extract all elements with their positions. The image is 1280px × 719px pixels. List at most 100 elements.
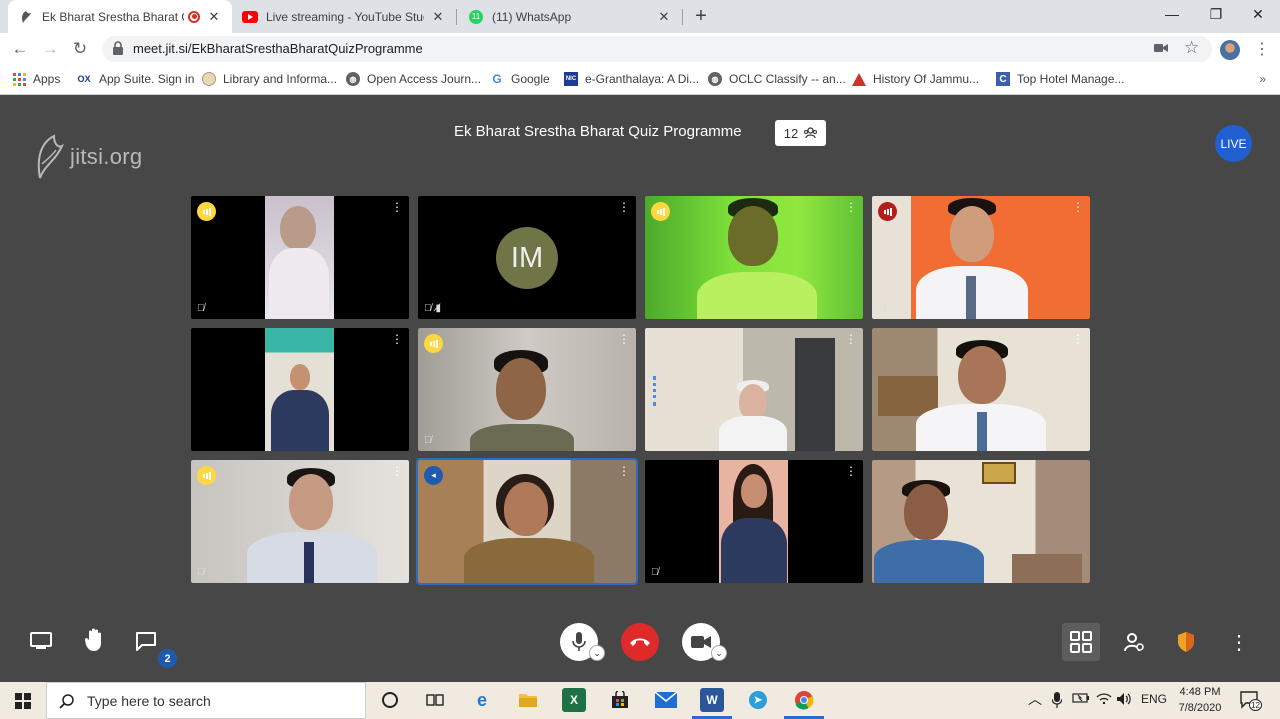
participant-body xyxy=(470,424,574,451)
bookmark-top-hotel[interactable]: C Top Hotel Manage... xyxy=(996,72,1124,86)
bookmark-star-icon[interactable]: ☆ xyxy=(1184,38,1199,58)
close-tab-icon[interactable]: ✕ xyxy=(430,9,446,25)
close-tab-icon[interactable]: ✕ xyxy=(656,9,672,25)
tile-menu-icon[interactable]: ⋮ xyxy=(618,201,630,213)
store-icon[interactable] xyxy=(608,688,632,712)
connection-indicator-icon[interactable] xyxy=(197,466,216,485)
wifi-icon[interactable] xyxy=(1096,692,1112,707)
jitsi-logo[interactable]: jitsi.org xyxy=(34,134,142,180)
bookmark-oclc[interactable]: ◍ OCLC Classify -- an... xyxy=(708,72,846,86)
raise-hand-button[interactable] xyxy=(80,626,108,654)
participant-tile[interactable]: IM ⋮ 🎙̸ ▮̸ xyxy=(418,196,636,319)
task-view-icon[interactable] xyxy=(423,688,447,712)
chat-button[interactable] xyxy=(132,628,160,654)
participant-tile[interactable]: ⋮ 🎙̸ xyxy=(645,460,863,583)
participant-face xyxy=(741,474,767,508)
start-button[interactable] xyxy=(0,682,46,719)
tab-whatsapp[interactable]: 11 (11) WhatsApp ✕ xyxy=(458,0,682,33)
tile-menu-icon[interactable]: ⋮ xyxy=(391,333,403,345)
screen-share-button[interactable] xyxy=(28,628,54,654)
connection-indicator-icon[interactable] xyxy=(878,202,897,221)
bookmark-label: Top Hotel Manage... xyxy=(1017,72,1125,86)
bookmark-apps[interactable]: Apps xyxy=(12,72,60,86)
system-clock[interactable]: 4:48 PM 7/8/2020 xyxy=(1170,684,1230,716)
participant-tile[interactable]: ⋮ xyxy=(645,196,863,319)
security-options-button[interactable] xyxy=(1174,629,1198,655)
tile-menu-icon[interactable]: ⋮ xyxy=(391,465,403,477)
tab-jitsi-meeting[interactable]: Ek Bharat Srestha Bharat Qui ✕ xyxy=(8,0,232,33)
bookmark-label: Open Access Journ... xyxy=(367,72,482,86)
word-icon[interactable]: W xyxy=(700,688,724,712)
tile-menu-icon[interactable]: ⋮ xyxy=(391,201,403,213)
bookmark-open-access[interactable]: ◍ Open Access Journ... xyxy=(346,72,481,86)
participant-tile[interactable]: ⋮ xyxy=(872,328,1090,451)
participant-tile[interactable]: ⋮ 🎙̸ xyxy=(872,196,1090,319)
bookmark-history-jammu[interactable]: History Of Jammu... xyxy=(852,72,979,86)
show-hidden-icons-icon[interactable]: ︿ xyxy=(1028,689,1042,709)
microphone-tray-icon[interactable] xyxy=(1051,692,1063,711)
participant-tile[interactable]: ⋮ 🎙̸ xyxy=(418,328,636,451)
camera-permission-icon[interactable] xyxy=(1154,41,1168,57)
video-settings-chevron-icon[interactable]: ⌄ xyxy=(711,645,727,661)
connection-indicator-icon[interactable] xyxy=(424,334,443,353)
tile-menu-icon[interactable]: ⋮ xyxy=(845,333,857,345)
battery-icon[interactable] xyxy=(1072,692,1090,707)
tab-title: Ek Bharat Srestha Bharat Qui xyxy=(42,9,184,24)
bookmark-app-suite[interactable]: OX App Suite. Sign in xyxy=(76,72,194,86)
tile-menu-icon[interactable]: ⋮ xyxy=(1072,201,1084,213)
participant-tile-dominant-speaker[interactable]: ◂ ⋮ xyxy=(418,460,636,583)
invite-button[interactable] xyxy=(1122,629,1146,655)
telegram-icon[interactable]: ➤ xyxy=(746,688,770,712)
bookmark-library[interactable]: Library and Informa... xyxy=(202,72,337,86)
participant-tile[interactable]: ⋮ xyxy=(645,328,863,451)
participant-face xyxy=(728,206,778,266)
address-bar[interactable]: meet.jit.si/EkBharatSresthaBharatQuizPro… xyxy=(102,36,1212,62)
live-badge: LIVE xyxy=(1215,125,1252,162)
tile-menu-icon[interactable]: ⋮ xyxy=(618,465,630,477)
file-explorer-icon[interactable] xyxy=(516,688,540,712)
close-window-icon[interactable]: ✕ xyxy=(1236,0,1280,30)
language-indicator[interactable]: ENG xyxy=(1141,692,1167,706)
bookmark-label: Library and Informa... xyxy=(223,72,338,86)
participant-tile[interactable]: ⋮ 🎙̸ xyxy=(191,460,409,583)
participant-body xyxy=(697,272,817,319)
bookmark-google[interactable]: G Google xyxy=(490,72,549,86)
tile-menu-icon[interactable]: ⋮ xyxy=(845,465,857,477)
close-tab-icon[interactable]: ✕ xyxy=(206,9,222,25)
participant-body xyxy=(271,390,329,451)
minimize-icon[interactable]: — xyxy=(1150,0,1194,30)
speaker-stats-icon[interactable]: ◂ xyxy=(424,466,443,485)
back-icon[interactable]: ← xyxy=(8,37,32,61)
tile-view-button[interactable] xyxy=(1062,623,1100,661)
chrome-icon[interactable] xyxy=(792,688,816,712)
restore-icon[interactable]: ❐ xyxy=(1194,0,1238,30)
excel-icon[interactable]: X xyxy=(562,688,586,712)
audio-settings-chevron-icon[interactable]: ⌄ xyxy=(589,645,605,661)
hangup-button[interactable] xyxy=(621,623,659,661)
participant-tile[interactable] xyxy=(872,460,1090,583)
forward-icon[interactable]: → xyxy=(38,37,62,61)
edge-icon[interactable]: e xyxy=(470,688,494,712)
cortana-icon[interactable] xyxy=(378,688,402,712)
new-tab-button[interactable]: + xyxy=(690,5,712,27)
participant-tile[interactable]: ⋮ 🎙̸ xyxy=(191,196,409,319)
profile-avatar[interactable] xyxy=(1220,40,1240,60)
tile-menu-icon[interactable]: ⋮ xyxy=(845,201,857,213)
reload-icon[interactable]: ↻ xyxy=(68,37,92,61)
volume-icon[interactable] xyxy=(1116,692,1132,709)
connection-indicator-icon[interactable] xyxy=(651,202,670,221)
participant-tile[interactable]: ⋮ xyxy=(191,328,409,451)
more-bookmarks-icon[interactable]: » xyxy=(1259,72,1266,86)
chrome-menu-icon[interactable]: ⋮ xyxy=(1254,39,1270,59)
mail-icon[interactable] xyxy=(654,688,678,712)
tile-menu-icon[interactable]: ⋮ xyxy=(618,333,630,345)
bookmark-e-granthalaya[interactable]: NIC e-Granthalaya: A Di... xyxy=(564,72,699,86)
participant-body xyxy=(464,538,594,583)
tab-youtube-studio[interactable]: Live streaming - YouTube Studio ✕ xyxy=(232,0,456,33)
taskbar-search[interactable]: Type here to search xyxy=(46,682,366,719)
connection-indicator-icon[interactable] xyxy=(197,202,216,221)
participant-count-badge[interactable]: 12 xyxy=(775,120,826,146)
more-actions-icon[interactable]: ⋮ xyxy=(1229,629,1249,655)
tile-menu-icon[interactable]: ⋮ xyxy=(1072,333,1084,345)
action-center-icon[interactable]: 12 xyxy=(1240,691,1262,711)
